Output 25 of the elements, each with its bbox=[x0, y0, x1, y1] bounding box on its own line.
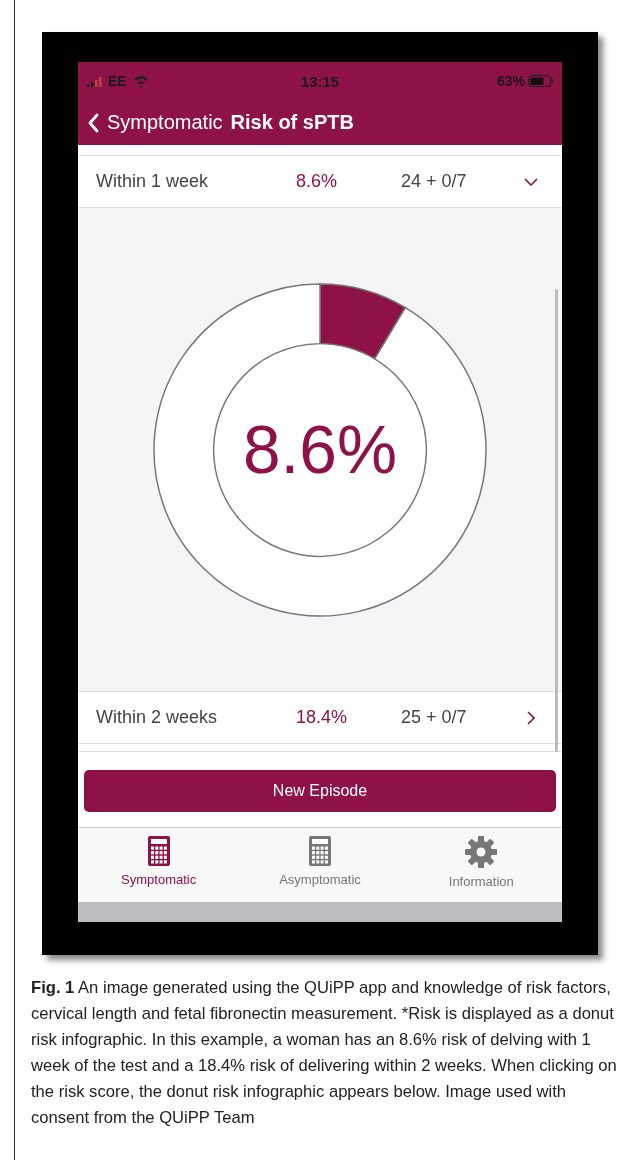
back-button[interactable]: Symptomatic bbox=[87, 111, 223, 134]
figure-caption: Fig. 1 An image generated using the QUiPP app and knowledge of risk factors, cervical length and fetal fibronectin measurement. *Risk is displayed as a donut risk infographic. In this example, a woman has an 8.6% risk of delving with 1 week of the test and a 18.4% risk of delivering within 2 weeks. When clicking on the risk score, the donut risk infographic appears below. Image used with consent from the QUiPP Team bbox=[31, 977, 618, 1129]
tab[interactable]: Symptomatic bbox=[83, 836, 234, 887]
wifi-icon bbox=[132, 74, 149, 88]
new-episode-button[interactable]: New Episode bbox=[84, 770, 556, 812]
scrollbar[interactable] bbox=[555, 289, 558, 752]
calculator-icon bbox=[147, 836, 170, 866]
gestation-value: 24 + 0/7 bbox=[401, 171, 468, 192]
row-label: Within 1 week bbox=[96, 171, 210, 192]
signal-icon bbox=[87, 75, 102, 87]
tab[interactable]: Information bbox=[406, 836, 557, 889]
calculator-icon bbox=[309, 836, 331, 866]
gear-icon bbox=[465, 836, 498, 868]
battery-percent: 63% bbox=[496, 73, 525, 89]
risk-value: 8.6% bbox=[296, 171, 339, 192]
battery-icon bbox=[528, 74, 553, 88]
gestation-value: 25 + 0/7 bbox=[401, 707, 468, 728]
back-chevron-icon bbox=[87, 112, 100, 133]
clock-time: 13:15 bbox=[300, 72, 340, 90]
risk-value: 18.4% bbox=[296, 707, 349, 728]
risk-percent: 8.6% bbox=[242, 411, 398, 487]
carrier-label: EE bbox=[108, 73, 127, 89]
tab[interactable]: Asymptomatic bbox=[245, 836, 395, 887]
screen-title: Risk of sPTB bbox=[230, 111, 354, 134]
row-label: Within 2 weeks bbox=[96, 707, 219, 728]
